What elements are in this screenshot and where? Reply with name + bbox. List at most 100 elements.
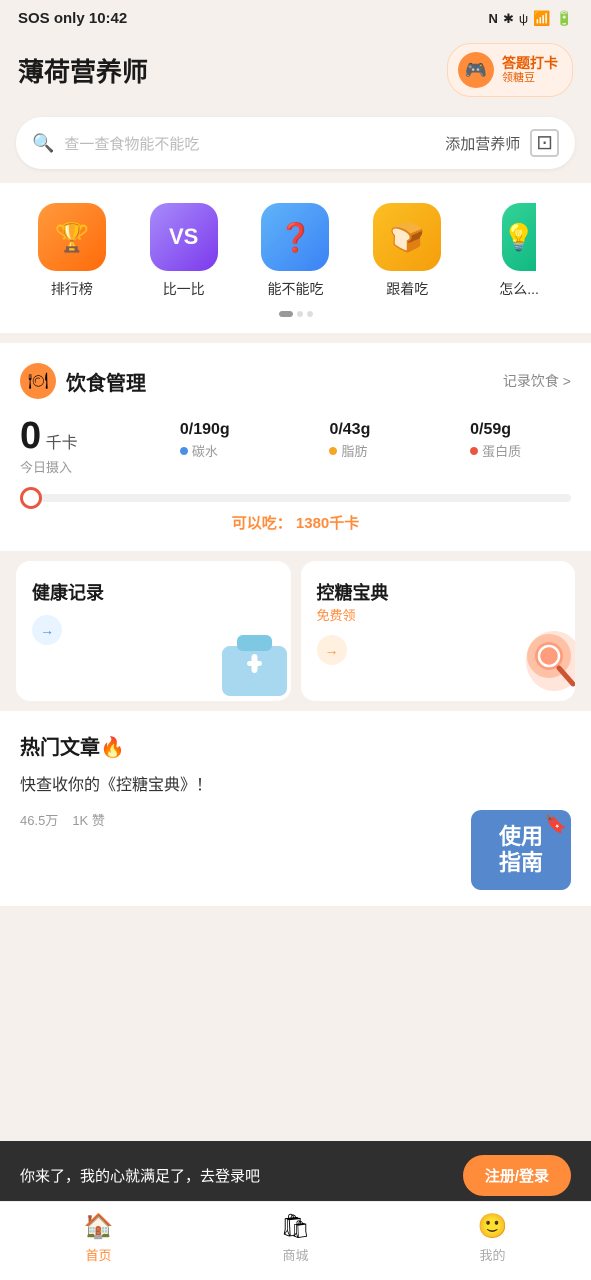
login-bar: 你来了，我的心就满足了，去登录吧 注册/登录 (0, 1141, 591, 1210)
thumbnail-text-line1: 使用 (499, 825, 543, 849)
shop-icon: 🛍 (280, 1212, 310, 1241)
calorie-remaining: 可以吃： 1380千卡 (20, 512, 571, 533)
howto-icon: 💡 (502, 203, 536, 271)
scroll-dots (16, 311, 575, 317)
protein-label: 蛋白质 (470, 441, 521, 460)
tab-mine[interactable]: 🙂 我的 (453, 1212, 533, 1264)
tab-shop[interactable]: 🛍 商城 (256, 1212, 336, 1264)
nav-item-compare[interactable]: VS 比一比 (144, 203, 224, 299)
dot-2 (307, 311, 313, 317)
bottom-nav: 🏠 首页 🛍 商城 🙂 我的 (0, 1201, 591, 1280)
mine-icon: 🙂 (478, 1212, 508, 1241)
status-bar: SOS only 10:42 N ✱ ψ 📶 🔋 (0, 0, 591, 33)
battery-icon: 🔋 (556, 10, 573, 27)
app-header: 薄荷营养师 🎮 答题打卡 领糖豆 (0, 33, 591, 109)
nav-label-followeat: 跟着吃 (386, 279, 428, 299)
nav-item-howto[interactable]: 💡 怎么... (479, 203, 559, 299)
bookmark-icon: 🔖 (545, 814, 567, 835)
search-placeholder: 查一查食物能不能吃 (64, 133, 435, 154)
quick-nav-items: 🏆 排行榜 VS 比一比 ❓ 能不能吃 🍞 跟着吃 💡 怎么... (16, 203, 575, 299)
nav-label-caneat: 能不能吃 (267, 279, 323, 299)
ranking-icon: 🏆 (38, 203, 106, 271)
nav-label-compare: 比一比 (163, 279, 205, 299)
health-card[interactable]: 健康记录 → (16, 561, 291, 701)
nutrition-stats: 0 千卡 今日摄入 0/190g 碳水 0/43g 脂肪 0/5 (20, 417, 571, 476)
bluetooth-icon: ✱ (503, 11, 514, 27)
quiz-badge[interactable]: 🎮 答题打卡 领糖豆 (447, 43, 573, 97)
status-icons: N ✱ ψ 📶 🔋 (489, 10, 573, 27)
mine-label: 我的 (479, 1245, 505, 1264)
thumbnail-text-line2: 指南 (499, 851, 543, 875)
home-icon: 🏠 (84, 1212, 114, 1241)
add-nutritionist-button[interactable]: 添加营养师 (445, 133, 520, 154)
login-prompt-text: 你来了，我的心就满足了，去登录吧 (20, 1165, 260, 1186)
nutrition-items: 0/190g 碳水 0/43g 脂肪 0/59g 蛋白质 (130, 417, 571, 460)
health-illustration (215, 611, 291, 701)
sugar-card[interactable]: 控糖宝典 免费领 → (301, 561, 576, 701)
calorie-main: 0 千卡 今日摄入 (20, 417, 130, 476)
quiz-subtitle: 领糖豆 (502, 72, 558, 85)
nav-label-howto: 怎么... (499, 279, 539, 299)
dot-1 (297, 311, 303, 317)
nav-item-ranking[interactable]: 🏆 排行榜 (32, 203, 112, 299)
article-preview-text: 快查收你的《控糖宝典》！ (20, 774, 571, 798)
nav-label-ranking: 排行榜 (51, 279, 93, 299)
record-diet-link[interactable]: 记录饮食 > (503, 371, 571, 391)
calorie-number: 0 (20, 415, 41, 457)
progress-indicator (20, 487, 42, 509)
progress-bar (20, 494, 571, 502)
search-icon: 🔍 (32, 133, 54, 154)
article-likes: 1K 赞 (72, 810, 105, 829)
diet-section-header: 🍽 饮食管理 记录饮食 > (20, 363, 571, 399)
home-label: 首页 (85, 1245, 111, 1264)
login-register-button[interactable]: 注册/登录 (463, 1155, 571, 1196)
remaining-value: 1380千卡 (296, 515, 359, 532)
sugar-illustration (499, 611, 575, 701)
protein-dot (470, 447, 478, 455)
carbs-dot (180, 447, 188, 455)
caneat-icon: ❓ (261, 203, 329, 271)
fat-label: 脂肪 (329, 441, 367, 460)
nav-item-caneati[interactable]: ❓ 能不能吃 (255, 203, 335, 299)
sugar-card-arrow[interactable]: → (317, 635, 347, 665)
article-text-area: 46.5万 1K 赞 (20, 810, 459, 829)
search-bar[interactable]: 🔍 查一查食物能不能吃 添加营养师 ⊡ (16, 117, 575, 169)
wifi-icon: 📶 (533, 10, 550, 27)
health-card-arrow[interactable]: → (32, 615, 62, 645)
diet-management-section: 🍽 饮食管理 记录饮食 > 0 千卡 今日摄入 0/190g 碳水 0/43g (0, 343, 591, 551)
nav-item-followeat[interactable]: 🍞 跟着吃 (367, 203, 447, 299)
signal-icon: ψ (519, 11, 528, 26)
app-title: 薄荷营养师 (18, 52, 148, 89)
fat-value: 0/43g (329, 421, 370, 439)
compare-icon: VS (150, 203, 218, 271)
fat-item: 0/43g 脂肪 (329, 421, 370, 460)
calorie-unit: 千卡 (46, 435, 78, 452)
quick-nav: 🏆 排行榜 VS 比一比 ❓ 能不能吃 🍞 跟着吃 💡 怎么... (0, 183, 591, 333)
articles-title: 热门文章🔥 (20, 731, 571, 760)
two-cards-section: 健康记录 → 控糖宝典 免费领 → (0, 561, 591, 701)
diet-title-group: 🍽 饮食管理 (20, 363, 146, 399)
shop-label: 商城 (282, 1245, 308, 1264)
quiz-icon: 🎮 (458, 52, 494, 88)
article-meta: 46.5万 1K 赞 (20, 810, 459, 829)
carbs-value: 0/190g (180, 421, 230, 439)
diet-title: 饮食管理 (66, 367, 146, 396)
tab-home[interactable]: 🏠 首页 (59, 1212, 139, 1264)
hot-articles-section: 热门文章🔥 快查收你的《控糖宝典》！ 46.5万 1K 赞 使用 指南 🔖 (0, 711, 591, 906)
health-card-title: 健康记录 (32, 583, 104, 603)
fat-dot (329, 447, 337, 455)
nfc-icon: N (489, 11, 498, 26)
sugar-card-subtitle: 免费领 (317, 608, 356, 623)
calorie-label: 今日摄入 (20, 457, 130, 476)
scan-icon[interactable]: ⊡ (530, 129, 559, 157)
quiz-title: 答题打卡 (502, 55, 558, 72)
progress-bar-container (20, 494, 571, 502)
diet-icon: 🍽 (20, 363, 56, 399)
protein-value: 0/59g (470, 421, 511, 439)
followeat-icon: 🍞 (373, 203, 441, 271)
article-card[interactable]: 46.5万 1K 赞 使用 指南 🔖 (20, 810, 571, 890)
article-thumbnail: 使用 指南 🔖 (471, 810, 571, 890)
article-views: 46.5万 (20, 810, 58, 829)
status-time: SOS only 10:42 (18, 10, 127, 27)
protein-item: 0/59g 蛋白质 (470, 421, 521, 460)
